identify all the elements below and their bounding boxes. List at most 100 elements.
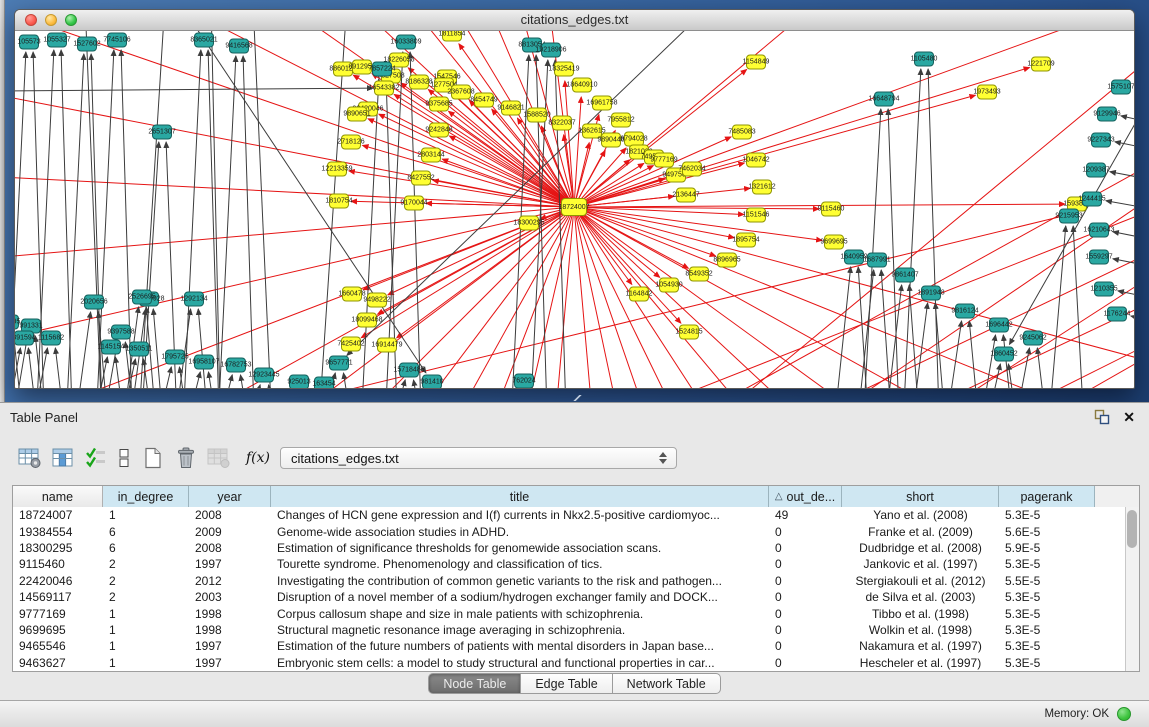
cell-pagerank[interactable]: 5.9E-5 (999, 540, 1095, 556)
table-select-dropdown[interactable]: citations_edges.txt (280, 447, 677, 469)
graph-node[interactable]: 18300295 (519, 216, 539, 231)
zoom-window-button[interactable] (65, 14, 77, 26)
graph-node[interactable]: 925013 (289, 375, 309, 389)
panel-splitter-grip[interactable] (572, 395, 582, 401)
graph-node[interactable]: 18099468 (357, 313, 377, 328)
cell-year[interactable]: 1998 (189, 622, 271, 638)
cell-short[interactable]: Wolkin et al. (1998) (842, 622, 999, 638)
graph-node[interactable]: 8365021 (194, 33, 214, 48)
graph-node[interactable]: 7745106 (107, 33, 127, 48)
graph-node[interactable]: 18724007 (561, 198, 587, 216)
cell-out_de[interactable]: 49 (769, 507, 842, 523)
cell-year[interactable]: 2003 (189, 589, 271, 605)
graph-node[interactable]: 15718485 (399, 363, 419, 378)
cell-year[interactable]: 1997 (189, 556, 271, 572)
cell-in_degree[interactable]: 1 (103, 622, 189, 638)
cell-year[interactable]: 2012 (189, 573, 271, 589)
graph-node[interactable]: 9416568 (229, 39, 249, 54)
cell-title[interactable]: Structural magnetic resonance image aver… (271, 622, 769, 638)
graph-node[interactable]: 1055327 (47, 33, 67, 48)
graph-node[interactable]: 1115682 (41, 331, 61, 346)
graph-node[interactable]: 1350511 (129, 342, 149, 357)
graph-node[interactable]: 1973493 (977, 85, 997, 100)
graph-node[interactable]: 981410 (422, 375, 442, 389)
graph-node[interactable]: 16958107 (194, 355, 214, 370)
graph-node[interactable]: 7462034 (682, 162, 702, 177)
graph-node[interactable]: 391594 (15, 331, 34, 346)
cell-name[interactable]: 9699695 (13, 622, 103, 638)
cell-name[interactable]: 9465546 (13, 638, 103, 654)
window-titlebar[interactable]: citations_edges.txt (15, 10, 1134, 31)
graph-node[interactable]: 1151546 (746, 208, 766, 223)
cell-year[interactable]: 1997 (189, 655, 271, 671)
cell-title[interactable]: Estimation of the future numbers of pati… (271, 638, 769, 654)
cell-title[interactable]: Changes of HCN gene expression and I(f) … (271, 507, 769, 523)
cell-in_degree[interactable]: 6 (103, 540, 189, 556)
cell-pagerank[interactable]: 5.3E-5 (999, 507, 1095, 523)
graph-node[interactable]: 12923445 (254, 368, 274, 383)
graph-node[interactable]: 2651307 (152, 125, 172, 140)
graph-node[interactable]: 18640910 (572, 78, 592, 93)
graph-node[interactable]: 16210643 (1089, 223, 1109, 238)
graph-node[interactable]: 7857224 (372, 62, 392, 77)
graph-node[interactable]: 9242848 (429, 123, 449, 138)
graph-node[interactable]: 2367608 (451, 85, 471, 100)
table-row[interactable]: 946362711997Embryonic stem cells: a mode… (13, 655, 1125, 671)
graph-node[interactable]: 762024 (514, 374, 534, 389)
graph-node[interactable]: 16033809 (396, 35, 416, 50)
graph-node[interactable]: 1210355 (1094, 282, 1114, 297)
graph-node[interactable]: 18325419 (554, 62, 574, 77)
graph-node[interactable]: 1811854 (442, 31, 462, 42)
cell-in_degree[interactable]: 2 (103, 589, 189, 605)
table-row[interactable]: 977716911998Corpus callosum shape and si… (13, 605, 1125, 621)
graph-node[interactable]: 1527602 (77, 37, 97, 52)
minimize-window-button[interactable] (45, 14, 57, 26)
graph-node[interactable]: 9777169 (654, 153, 674, 168)
cell-out_de[interactable]: 0 (769, 606, 842, 622)
cell-in_degree[interactable]: 1 (103, 507, 189, 523)
table-columns-icon[interactable] (49, 444, 76, 472)
graph-node[interactable]: 2718126 (341, 135, 361, 150)
cell-pagerank[interactable]: 5.6E-5 (999, 524, 1095, 540)
cell-out_de[interactable]: 0 (769, 556, 842, 572)
cell-in_degree[interactable]: 6 (103, 524, 189, 540)
table-row[interactable]: 1830029562008Estimation of significance … (13, 540, 1125, 556)
graph-node[interactable]: 1696442 (989, 318, 1009, 333)
graph-node[interactable]: 1895754 (736, 233, 756, 248)
cell-pagerank[interactable]: 5.3E-5 (999, 556, 1095, 572)
graph-node[interactable]: 9115460 (821, 202, 841, 217)
graph-node[interactable]: 1321612 (752, 180, 772, 195)
graph-node[interactable]: 163454 (314, 377, 334, 389)
graph-node[interactable]: 9215953 (1059, 209, 1079, 224)
graph-node[interactable]: 9170044 (404, 196, 424, 211)
table-row[interactable]: 911546021997Tourette syndrome. Phenomeno… (13, 556, 1125, 572)
cell-out_de[interactable]: 0 (769, 540, 842, 556)
graph-node[interactable]: 9890448 (601, 133, 621, 148)
network-window[interactable]: citations_edges.txt 18724007886012389129… (14, 9, 1135, 389)
cell-title[interactable]: Corpus callosum shape and size in male p… (271, 606, 769, 622)
cell-title[interactable]: Estimation of significance thresholds fo… (271, 540, 769, 556)
graph-node[interactable]: 1244415 (1082, 192, 1102, 207)
graph-node[interactable]: 1660478 (342, 287, 362, 302)
graph-node[interactable]: 1860452 (994, 347, 1014, 362)
cell-in_degree[interactable]: 2 (103, 573, 189, 589)
cell-in_degree[interactable]: 1 (103, 638, 189, 654)
cell-name[interactable]: 19384554 (13, 524, 103, 540)
table-scrollbar[interactable] (1125, 507, 1139, 671)
cell-pagerank[interactable]: 5.3E-5 (999, 606, 1095, 622)
cell-short[interactable]: Jankovic et al. (1997) (842, 556, 999, 572)
graph-node[interactable]: 2020656 (84, 295, 104, 310)
cell-in_degree[interactable]: 1 (103, 606, 189, 622)
graph-node[interactable]: 12213359 (327, 162, 347, 177)
control-panel-edge[interactable] (0, 0, 5, 402)
graph-node[interactable]: 9861407 (895, 268, 915, 283)
graph-node[interactable]: 9146821 (501, 101, 521, 116)
column-header-title[interactable]: title (271, 486, 769, 507)
graph-node[interactable]: 1687991 (867, 253, 887, 268)
cell-short[interactable]: Tibbo et al. (1998) (842, 606, 999, 622)
cell-name[interactable]: 18724007 (13, 507, 103, 523)
table-row[interactable]: 1456911722003Disruption of a novel membe… (13, 589, 1125, 605)
table-row[interactable]: 2242004622012Investigating the contribut… (13, 573, 1125, 589)
graph-node[interactable]: 1588520 (527, 108, 547, 123)
cell-name[interactable]: 22420046 (13, 573, 103, 589)
